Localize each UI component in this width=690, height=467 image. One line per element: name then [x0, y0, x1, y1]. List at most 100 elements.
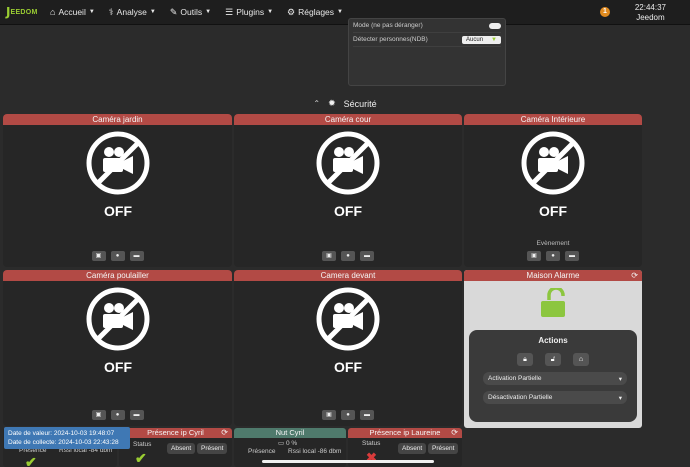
folder-icon[interactable]: ▬	[360, 251, 374, 261]
camera-state: OFF	[104, 203, 132, 219]
alarm-tile: Maison Alarme ⟳ Actions 🔒︎ 🔓︎ ⌂ Activati…	[464, 270, 642, 428]
record-icon[interactable]: ●	[546, 251, 560, 261]
record-icon[interactable]: ●	[341, 251, 355, 261]
nav-analyse[interactable]: ⚕ Analyse ▼	[109, 7, 156, 18]
actions-panel: Actions 🔒︎ 🔓︎ ⌂ Activation Partielle ▾ Dé…	[469, 330, 637, 422]
presence-cyril-tile: Présence ip Cyril ⟳ Status Absent Présen…	[119, 428, 232, 467]
section-header: ⌃ ✹ Sécurité	[0, 98, 690, 109]
camera-tile-cour: Caméra cour OFF ▣ ● ▬	[234, 114, 462, 267]
folder-icon[interactable]: ▬	[360, 410, 374, 420]
list-icon: ☰	[225, 6, 234, 17]
notification-badge[interactable]: 1	[600, 7, 610, 17]
absent-button[interactable]: Absent	[167, 443, 196, 454]
caret-down-icon: ▼	[88, 9, 95, 15]
folder-icon[interactable]: ▬	[129, 251, 144, 261]
chevron-up-icon[interactable]: ⌃	[313, 99, 320, 108]
refresh-icon[interactable]: ⟳	[631, 270, 638, 281]
record-icon[interactable]: ●	[110, 251, 125, 261]
tile-title: Camera devant	[234, 270, 462, 281]
top-navbar: J EEDOM ⌂ Accueil ▼ ⚕ Analyse ▼ ✎ Outils ▼ ☰ Plu…	[0, 0, 690, 25]
folder-icon[interactable]: ▬	[565, 251, 579, 261]
unlock-icon[interactable]: 🔓︎	[545, 353, 561, 366]
present-button[interactable]: Présent	[428, 443, 459, 454]
tile-title: Caméra cour	[234, 114, 462, 125]
detect-row: Détecter personnes(NDB) Aucun ▼	[353, 33, 501, 47]
nav-reglages[interactable]: ⚙ Réglages ▼	[287, 7, 343, 18]
nav-outils[interactable]: ✎ Outils ▼	[170, 7, 211, 18]
camera-actions: ▣ ● ▬	[527, 251, 579, 261]
horizontal-scrollbar[interactable]	[262, 460, 434, 463]
camera-off-icon: OFF	[316, 131, 380, 219]
check-icon: ✔	[135, 450, 147, 466]
status-label: Status	[133, 441, 152, 448]
status-label: Status	[362, 440, 381, 447]
tile-header: Maison Alarme ⟳	[464, 270, 642, 281]
caret-down-icon: ▼	[491, 36, 497, 43]
absent-button[interactable]: Absent	[398, 443, 427, 454]
camera-tile-devant: Camera devant OFF ▣ ● ▬	[234, 270, 462, 426]
battery-value: ▭ 0 %	[278, 440, 298, 447]
mode-panel: Mode (ne pas déranger) Détecter personne…	[348, 18, 506, 86]
refresh-icon[interactable]: ⟳	[451, 428, 458, 438]
lightbulb-icon: ✹	[328, 98, 336, 108]
record-icon[interactable]: ●	[110, 410, 125, 420]
analysis-icon: ⚕	[108, 6, 114, 17]
tile-title: Caméra jardin	[3, 114, 232, 125]
tile-title: Caméra Intérieure	[464, 114, 642, 125]
camera-off-icon: OFF	[86, 287, 149, 375]
record-icon[interactable]: ●	[341, 410, 355, 420]
actions-title: Actions	[538, 336, 568, 345]
camera-off-icon: OFF	[316, 287, 380, 375]
camera-actions: ▣ ● ▬	[322, 410, 374, 420]
camera-off-icon: OFF	[86, 131, 149, 219]
image-icon[interactable]: ▣	[322, 251, 336, 261]
clock-time: 22:44:37	[634, 3, 666, 12]
camera-tile-jardin: Caméra jardin OFF ▣ ● ▬	[3, 114, 232, 267]
activation-select[interactable]: Activation Partielle ▾	[483, 372, 627, 385]
tile-title: Nut Cyril	[234, 428, 346, 438]
clock-user[interactable]: Jeedom	[635, 13, 666, 23]
camera-actions: ▣ ● ▬	[322, 251, 374, 261]
image-icon[interactable]: ▣	[91, 410, 106, 420]
section-title: Sécurité	[343, 98, 377, 109]
image-icon[interactable]: ▣	[91, 251, 106, 261]
tile-title: Maison Alarme	[526, 271, 580, 280]
refresh-icon[interactable]: ⟳	[221, 428, 228, 438]
camera-actions: ▣ ● ▬	[91, 251, 144, 261]
mode-row: Mode (ne pas déranger)	[353, 19, 501, 33]
caret-down-icon: ▼	[149, 9, 156, 15]
camera-state: OFF	[104, 359, 132, 375]
caret-down-icon: ▼	[267, 9, 274, 15]
camera-tile-interieure: Caméra Intérieure OFF Evènement ▣ ● ▬	[464, 114, 642, 267]
caret-down-icon: ▼	[205, 9, 212, 15]
value-tooltip: Date de valeur: 2024-10-03 19:48:07 Date…	[4, 427, 130, 449]
camera-actions: ▣ ● ▬	[91, 410, 144, 420]
unlocked-padlock-icon	[541, 288, 565, 317]
camera-tile-poulailler: Caméra poulailler OFF ▣ ● ▬	[3, 270, 232, 426]
detect-select[interactable]: Aucun ▼	[462, 35, 501, 44]
camera-state: OFF	[539, 203, 567, 219]
jeedom-logo[interactable]: J EEDOM	[0, 0, 50, 25]
home-icon[interactable]: ⌂	[573, 353, 589, 366]
mode-toggle[interactable]	[489, 22, 501, 29]
tile-header: Présence ip Cyril ⟳	[119, 428, 232, 438]
tile-header: Présence ip Laureine ⟳	[348, 428, 462, 438]
tile-title: Présence ip Laureine	[369, 428, 441, 437]
nav-accueil[interactable]: ⌂ Accueil ▼	[50, 7, 95, 17]
camera-off-icon: OFF	[521, 131, 585, 219]
lock-icon[interactable]: 🔒︎	[517, 353, 533, 366]
caret-down-icon: ▼	[337, 9, 343, 15]
check-icon: ✔	[25, 454, 37, 467]
camera-state: OFF	[334, 359, 362, 375]
image-icon[interactable]: ▣	[322, 410, 336, 420]
folder-icon[interactable]: ▬	[129, 410, 144, 420]
deactivation-select[interactable]: Désactivation Partielle ▾	[483, 391, 627, 404]
camera-state: OFF	[334, 203, 362, 219]
caret-down-icon: ▾	[618, 394, 622, 402]
battery-icon: ▭	[278, 440, 285, 447]
image-icon[interactable]: ▣	[527, 251, 541, 261]
nut-presence-label: Présence	[248, 448, 276, 455]
caret-down-icon: ▾	[618, 375, 622, 383]
nav-plugins[interactable]: ☰ Plugins ▼	[225, 7, 273, 18]
present-button[interactable]: Présent	[197, 443, 228, 454]
